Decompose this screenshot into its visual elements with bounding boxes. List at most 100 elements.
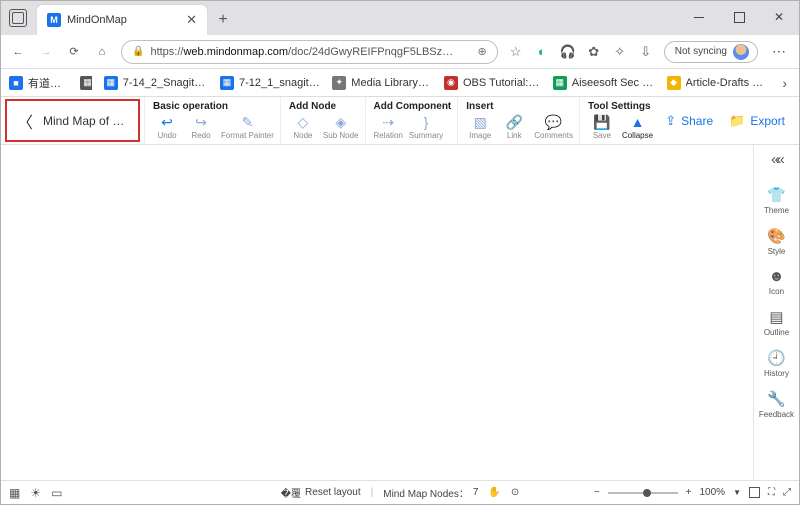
undo-icon: ↩ (161, 114, 173, 130)
tab-overview-icon[interactable] (9, 9, 27, 27)
fullscreen-icon[interactable]: ⛶ (768, 487, 775, 498)
headphones-icon[interactable]: 🎧 (560, 44, 576, 60)
save-label: Save (593, 131, 611, 140)
rail-theme-button[interactable]: 👕 Theme (764, 186, 789, 215)
rail-history-button[interactable]: 🕘History (764, 349, 789, 378)
browser-menu-button[interactable]: ⋯ (768, 43, 791, 60)
collapse-button[interactable]: ▲Collapse (622, 114, 653, 140)
profile-avatar-icon (733, 44, 749, 60)
browser-titlebar: M MindOnMap ✕ + (1, 1, 799, 35)
brightness-icon[interactable]: ☀ (30, 486, 41, 500)
nav-home-button[interactable]: ⌂ (93, 43, 111, 61)
format-painter-button[interactable]: ✎Format Painter (221, 114, 274, 140)
window-minimize-button[interactable] (679, 3, 719, 31)
relation-icon: ⇢ (382, 114, 394, 130)
style-label: Style (768, 247, 786, 256)
search-in-page-icon[interactable]: ⊕ (478, 45, 487, 58)
share-button[interactable]: ⇪ Share (665, 113, 713, 129)
rail-feedback-button[interactable]: 🔧Feedback (759, 390, 794, 419)
downloads-icon[interactable]: ⇩ (638, 44, 654, 60)
zoom-out-button[interactable]: − (594, 487, 600, 498)
layout-toggle-icon[interactable]: ▭ (51, 486, 62, 500)
zoom-percent[interactable]: 100% (700, 487, 726, 498)
mindmap-canvas[interactable] (1, 145, 753, 480)
save-button[interactable]: 💾Save (588, 114, 616, 140)
grid-toggle-icon[interactable]: ▦ (9, 486, 20, 500)
bookmark-favicon: ◉ (444, 76, 458, 90)
bookmark-item[interactable]: ◉OBS Tutorial: How… (444, 75, 541, 91)
theme-label: Theme (764, 206, 789, 215)
share-icon: ⇪ (665, 113, 676, 129)
status-center: �覆 Reset layout | Mind Map Nodes： 7 ✋ ⊙ (281, 485, 519, 500)
bookmark-favicon: ◆ (667, 76, 681, 90)
right-rail: «« 👕 Theme 🎨Style ☻Icon ▤Outline 🕘History 🔧Fee… (753, 145, 799, 480)
bookmarks-overflow-button[interactable]: › (778, 75, 791, 91)
bookmark-item[interactable]: ▦7-12_1_snagit-alter… (220, 75, 320, 91)
summary-button[interactable]: }Summary (409, 114, 443, 140)
nav-forward-button[interactable]: → (37, 43, 55, 61)
bookmark-label: 7-14_2_Snagit VS S… (123, 77, 208, 89)
adblock-icon[interactable]: ◐ (534, 44, 550, 60)
window-maximize-button[interactable] (719, 3, 759, 31)
icon-icon: ☻ (769, 268, 785, 285)
comments-button[interactable]: 💬Comments (534, 114, 573, 140)
comments-label: Comments (534, 131, 573, 140)
redo-button[interactable]: ↪Redo (187, 114, 215, 140)
locate-icon[interactable]: ⊙ (511, 487, 519, 498)
favorite-icon[interactable]: ☆ (508, 44, 524, 60)
rail-icon-button[interactable]: ☻Icon (769, 268, 785, 296)
nav-back-button[interactable]: ← (9, 43, 27, 61)
node-button[interactable]: ◇Node (289, 114, 317, 140)
image-button[interactable]: ▧Image (466, 114, 494, 140)
rail-outline-button[interactable]: ▤Outline (764, 308, 789, 337)
redo-label: Redo (191, 131, 210, 140)
expand-corners-icon[interactable]: ⤢ (783, 487, 791, 498)
tab-title: MindOnMap (67, 14, 180, 26)
zoom-dropdown-icon[interactable]: ▼ (733, 488, 741, 497)
zoom-in-button[interactable]: + (686, 487, 692, 498)
sub-node-button[interactable]: ◈Sub Node (323, 114, 359, 140)
profile-sync-button[interactable]: Not syncing (664, 41, 758, 63)
node-icon: ◇ (298, 114, 309, 130)
rail-collapse-button[interactable]: «« (771, 151, 782, 168)
relation-label: Relation (374, 131, 403, 140)
undo-label: Undo (157, 131, 176, 140)
bookmark-favicon: ▦ (220, 76, 234, 90)
bookmark-item[interactable]: ▦7-14_2_Snagit VS S… (104, 75, 208, 91)
reset-layout-button[interactable]: �覆 Reset layout (281, 485, 361, 500)
theme-icon: 👕 (767, 186, 786, 204)
bookmark-favicon: ■ (9, 76, 23, 90)
undo-button[interactable]: ↩Undo (153, 114, 181, 140)
bookmark-item[interactable]: ◆Article-Drafts - Goo… (667, 75, 767, 91)
bookmark-item[interactable]: ■有道云笔记 (9, 75, 68, 91)
status-right: − + 100% ▼ ⛶ ⤢ (594, 487, 791, 498)
zoom-slider[interactable] (608, 492, 678, 494)
link-button[interactable]: 🔗Link (500, 114, 528, 140)
image-icon: ▧ (474, 114, 487, 130)
rail-style-button[interactable]: 🎨Style (767, 227, 786, 256)
bookmark-item[interactable]: ▦Aiseesoft Sec 2 - W… (553, 75, 655, 91)
toolbar-group: Tool Settings💾Save▲Collapse (579, 97, 659, 144)
nav-refresh-button[interactable]: ⟳ (65, 43, 83, 61)
bookmark-item[interactable]: ▦ (80, 75, 91, 91)
new-tab-button[interactable]: + (213, 11, 233, 29)
relation-button[interactable]: ⇢Relation (374, 114, 403, 140)
browser-tab[interactable]: M MindOnMap ✕ (37, 5, 207, 35)
fit-screen-icon[interactable] (749, 487, 760, 498)
collections-icon[interactable]: ✧ (612, 44, 628, 60)
window-close-button[interactable] (759, 3, 799, 31)
tab-close-icon[interactable]: ✕ (186, 12, 197, 28)
extensions-icon[interactable]: ✿ (586, 44, 602, 60)
hand-tool-icon[interactable]: ✋ (488, 487, 500, 498)
export-button[interactable]: 📁 Export (729, 113, 785, 129)
link-label: Link (507, 131, 522, 140)
toolbar-group-label: Add Node (289, 101, 359, 112)
bookmark-item[interactable]: ✦Media Library ‹ Top… (332, 75, 432, 91)
nodes-label: Mind Map Nodes： (383, 485, 469, 500)
document-title: Mind Map of … (43, 114, 124, 128)
back-to-docs-pane[interactable]: 〈 Mind Map of … (5, 99, 140, 142)
bookmark-favicon: ▦ (80, 76, 91, 90)
url-box[interactable]: 🔒 https://web.mindonmap.com/doc/24dGwyRE… (121, 40, 498, 64)
save-icon: 💾 (593, 114, 610, 130)
chevron-left-icon: 〈 (17, 109, 33, 133)
